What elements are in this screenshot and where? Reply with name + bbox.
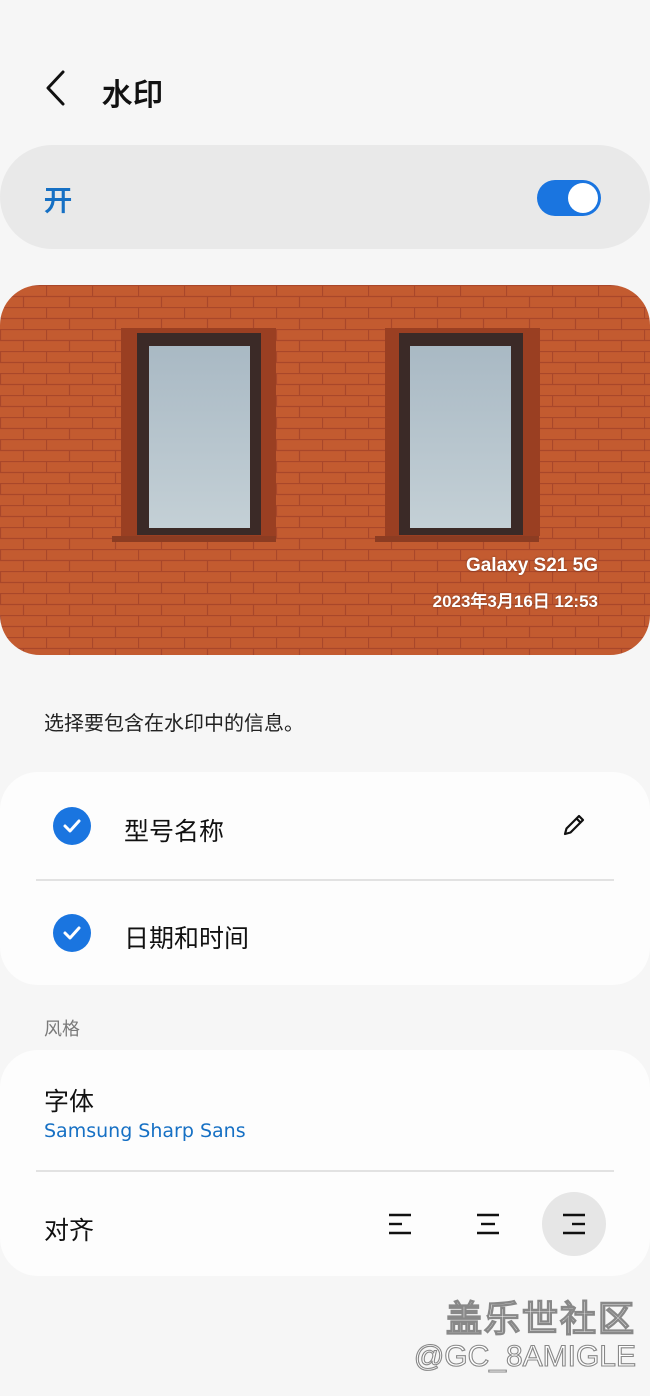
watermark-master-toggle[interactable]: 开 (0, 145, 650, 249)
checkbox-date-time[interactable] (53, 914, 91, 952)
info-options-card: 型号名称 日期和时间 (0, 772, 650, 985)
option-label: 型号名称 (124, 817, 225, 846)
option-date-time[interactable]: 日期和时间 (0, 880, 650, 985)
font-setting-value: Samsung Sharp Sans (44, 1120, 246, 1142)
page-title: 水印 (102, 78, 164, 113)
switch-knob (568, 183, 598, 213)
option-label: 日期和时间 (124, 924, 250, 953)
font-setting-label: 字体 (44, 1087, 95, 1116)
community-watermark: 盖乐世社区 (445, 1298, 636, 1340)
checkmark-icon (63, 819, 81, 833)
watermark-model-text: Galaxy S21 5G (465, 555, 598, 576)
watermark-switch[interactable] (537, 180, 601, 216)
back-button[interactable] (38, 66, 74, 110)
watermark-preview: Galaxy S21 5G 2023年3月16日 12:53 (0, 285, 650, 655)
alignment-label: 对齐 (44, 1216, 95, 1245)
align-right-button[interactable] (542, 1192, 606, 1256)
user-handle-watermark: @GC_8AMIGLE (413, 1339, 636, 1373)
align-left-button[interactable] (368, 1192, 432, 1256)
edit-model-name-button[interactable] (556, 807, 592, 843)
pencil-icon (563, 814, 585, 836)
option-model-name[interactable]: 型号名称 (0, 772, 650, 879)
app-header: 水印 (0, 56, 650, 120)
align-left-icon (389, 1213, 411, 1235)
watermark-datetime-text: 2023年3月16日 12:53 (432, 592, 598, 611)
info-hint: 选择要包含在水印中的信息。 (44, 711, 304, 735)
checkbox-model-name[interactable] (53, 807, 91, 845)
divider (36, 1170, 614, 1172)
master-toggle-label: 开 (44, 184, 73, 217)
section-header-style: 风格 (44, 1019, 80, 1040)
align-center-button[interactable] (456, 1192, 520, 1256)
align-center-icon (477, 1213, 499, 1235)
checkmark-icon (63, 926, 81, 940)
chevron-left-icon (46, 70, 65, 106)
align-right-icon (563, 1213, 585, 1235)
